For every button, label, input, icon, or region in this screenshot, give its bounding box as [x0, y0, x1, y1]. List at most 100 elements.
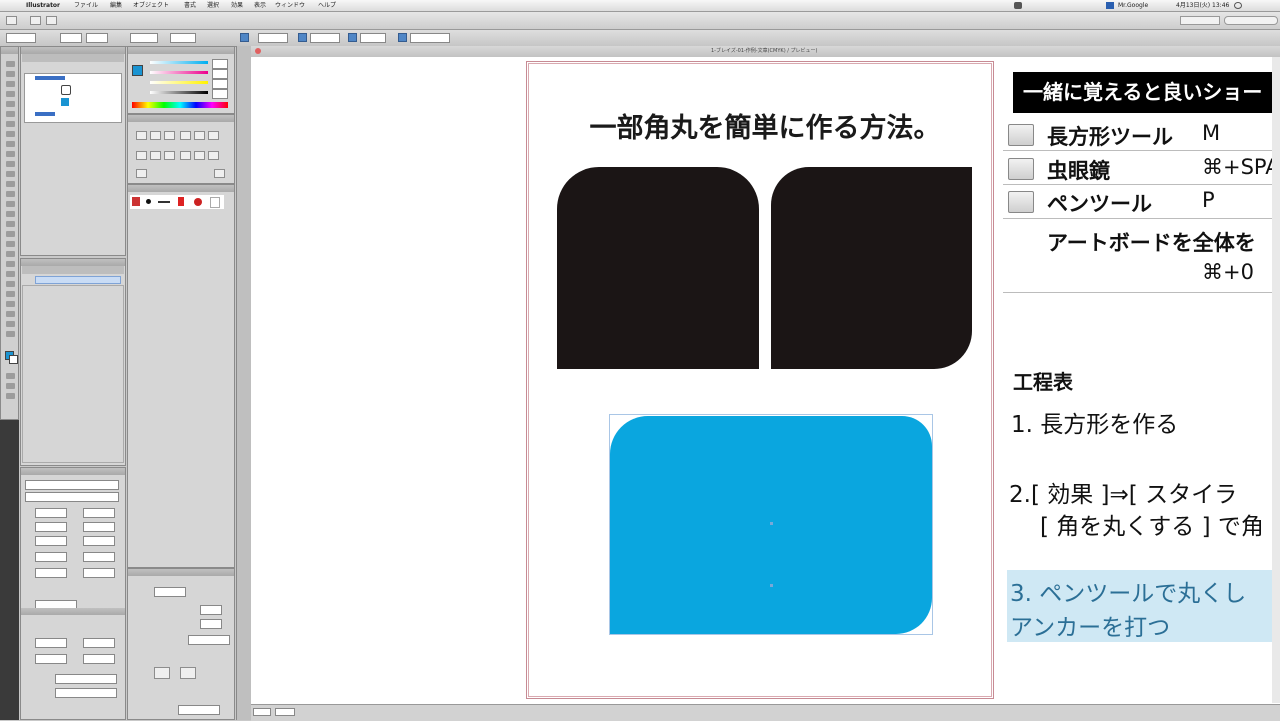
- stroke-color-icon[interactable]: [9, 355, 18, 364]
- font-style-select[interactable]: [25, 492, 119, 502]
- mesh-tool-icon[interactable]: [6, 241, 15, 247]
- selection-tool-icon[interactable]: [6, 61, 15, 67]
- eraser-tool-icon[interactable]: [6, 171, 15, 177]
- transform-icon-a[interactable]: [154, 667, 170, 679]
- pencil-tool-icon[interactable]: [6, 151, 15, 157]
- rounded-diagonal-shape[interactable]: [771, 167, 972, 369]
- distribute-bottom-icon[interactable]: [164, 151, 175, 160]
- x-field[interactable]: [258, 33, 288, 43]
- symbol-dot-icon[interactable]: [146, 199, 151, 204]
- symbol-circle-icon[interactable]: [194, 198, 202, 206]
- stroke-swatch[interactable]: [86, 33, 108, 43]
- close-icon[interactable]: [255, 48, 261, 54]
- aki-field[interactable]: [83, 552, 115, 562]
- blend-tool-icon[interactable]: [6, 271, 15, 277]
- font-size-field[interactable]: [35, 508, 67, 518]
- gradient-tool-icon[interactable]: [6, 251, 15, 257]
- yellow-field[interactable]: [212, 79, 228, 89]
- space-after-field[interactable]: [83, 654, 115, 664]
- fill-swatch-icon[interactable]: [61, 98, 69, 106]
- opacity-field[interactable]: [170, 33, 196, 43]
- screen-mode-icon[interactable]: [6, 393, 15, 399]
- tsume-field[interactable]: [35, 552, 67, 562]
- transform-y-field[interactable]: [200, 605, 222, 615]
- reference-point-icon[interactable]: [240, 33, 249, 42]
- bridge-icon[interactable]: [30, 16, 41, 25]
- hand-tool-icon[interactable]: [6, 321, 15, 327]
- height-field[interactable]: [410, 33, 450, 43]
- lasso-tool-icon[interactable]: [6, 91, 15, 97]
- layers-panel-header[interactable]: [21, 259, 125, 266]
- fill-color-swatch[interactable]: [132, 65, 143, 76]
- distribute-top-icon[interactable]: [136, 151, 147, 160]
- tools-panel-header[interactable]: [1, 47, 18, 54]
- pen-tool-icon[interactable]: [6, 101, 15, 107]
- zoom-tool-icon[interactable]: [6, 331, 15, 337]
- space-before-field[interactable]: [35, 654, 67, 664]
- distribute-left-icon[interactable]: [180, 151, 191, 160]
- indent-left-field[interactable]: [35, 638, 67, 648]
- symbol-blank-icon[interactable]: [210, 197, 220, 208]
- yellow-slider[interactable]: [150, 81, 208, 84]
- menu-file[interactable]: ファイル: [74, 0, 98, 11]
- distribute-right-icon[interactable]: [208, 151, 219, 160]
- panel-scrollbar[interactable]: [236, 46, 251, 720]
- rectangle-tool-icon[interactable]: [6, 131, 15, 137]
- align-top-icon[interactable]: [180, 131, 191, 140]
- y-field[interactable]: [310, 33, 340, 43]
- menu-edit[interactable]: 編集: [110, 0, 122, 11]
- kinsoku-select[interactable]: [55, 674, 117, 684]
- symbol-line-icon[interactable]: [158, 201, 170, 203]
- canvas-vertical-scrollbar[interactable]: [1272, 57, 1280, 703]
- home-icon[interactable]: [6, 16, 17, 25]
- color-panel-header[interactable]: [128, 47, 234, 54]
- vertical-scale-field[interactable]: [35, 522, 67, 532]
- leading-field[interactable]: [83, 508, 115, 518]
- draw-mode-icon[interactable]: [6, 383, 15, 389]
- rounded-top-shape[interactable]: [557, 167, 759, 369]
- line-tool-icon[interactable]: [6, 121, 15, 127]
- transform-width-field[interactable]: [200, 619, 222, 629]
- color-mode-icon[interactable]: [6, 373, 15, 379]
- appearance-panel-header[interactable]: [21, 47, 125, 54]
- distribute-center-icon[interactable]: [194, 151, 205, 160]
- magenta-slider[interactable]: [150, 71, 208, 74]
- rotate-tool-icon[interactable]: [6, 181, 15, 187]
- eyedropper-tool-icon[interactable]: [6, 261, 15, 267]
- fill-swatch[interactable]: [60, 33, 82, 43]
- mojikumi-select[interactable]: [55, 688, 117, 698]
- appearance-tabs[interactable]: [22, 54, 124, 62]
- center-point-handle[interactable]: [770, 522, 773, 525]
- layers-tabs[interactable]: [22, 266, 124, 274]
- paragraph-panel-header[interactable]: [21, 608, 125, 615]
- direct-selection-tool-icon[interactable]: [6, 71, 15, 77]
- document-title[interactable]: 1-ブレイズ-01-作例-文章(CMYK) / プレビュー): [711, 46, 817, 57]
- color-spectrum[interactable]: [132, 102, 228, 108]
- blob-brush-tool-icon[interactable]: [6, 161, 15, 167]
- paintbrush-tool-icon[interactable]: [6, 141, 15, 147]
- transform-shear-field[interactable]: [178, 705, 220, 715]
- rotation-field[interactable]: [83, 568, 115, 578]
- width-tool-icon[interactable]: [6, 201, 15, 207]
- symbols-panel-header[interactable]: [128, 185, 234, 192]
- kerning-field[interactable]: [35, 536, 67, 546]
- black-slider[interactable]: [150, 91, 208, 94]
- symbol-swatch-icon[interactable]: [132, 197, 140, 206]
- font-family-select[interactable]: [25, 480, 119, 490]
- type-tool-icon[interactable]: [6, 111, 15, 117]
- width-field[interactable]: [360, 33, 386, 43]
- character-panel-header[interactable]: [21, 468, 125, 475]
- distribute-spacing-icon[interactable]: [136, 169, 147, 178]
- user-icon[interactable]: [1106, 2, 1114, 9]
- anchor-handle[interactable]: [770, 584, 773, 587]
- scale-tool-icon[interactable]: [6, 191, 15, 197]
- transform-angle-field[interactable]: [188, 635, 230, 645]
- align-right-icon[interactable]: [164, 131, 175, 140]
- distribute-middle-icon[interactable]: [150, 151, 161, 160]
- perspective-grid-tool-icon[interactable]: [6, 231, 15, 237]
- baseline-shift-field[interactable]: [35, 568, 67, 578]
- workspace-switcher[interactable]: [1180, 16, 1220, 25]
- layer-row[interactable]: [35, 276, 121, 284]
- menu-view[interactable]: 表示: [254, 0, 266, 11]
- transform-x-field[interactable]: [154, 587, 186, 597]
